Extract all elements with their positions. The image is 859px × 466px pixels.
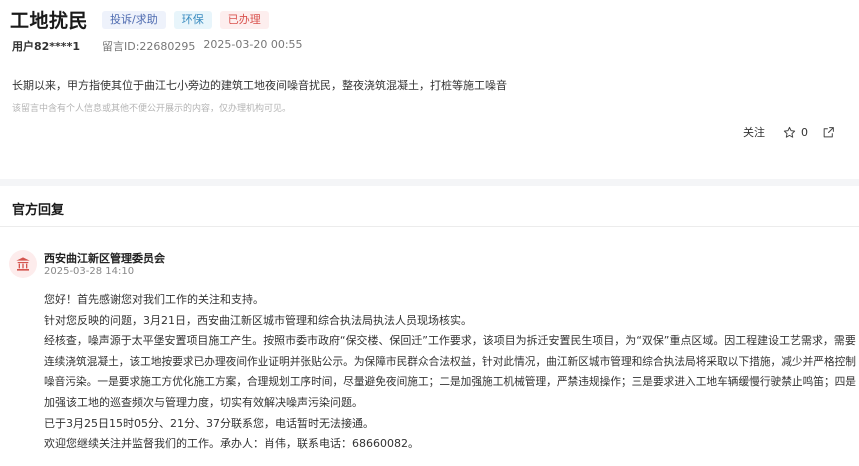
post-title: 工地扰民 [10,10,89,32]
tag-category[interactable]: 投诉/求助 [102,10,166,29]
post-meta: 用户82****1 留言ID:22680295 2025-03-20 00:55 [12,38,303,54]
share-icon [823,126,834,137]
section-divider [0,179,859,186]
title-row: 工地扰民 投诉/求助 环保 已办理 [10,6,269,33]
tag-list: 投诉/求助 环保 已办理 [102,10,269,29]
like-count: 0 [801,125,808,139]
reply-org-name: 西安曲江新区管理委员会 [44,252,165,265]
star-icon [783,126,796,138]
reply-line: 已于3月25日15时05分、21分、37分联系您，电话暂时无法接通。 [44,416,374,430]
government-building-icon [9,250,37,278]
post-user: 用户82****1 [12,40,80,53]
reply-line: 针对您反映的问题，3月21日，西安曲江新区城市管理和综合执法局执法人员现场核实。 [44,313,472,327]
message-id: 留言ID:22680295 [101,40,196,53]
follow-button[interactable]: 关注 [743,124,765,140]
post-content: 长期以来，甲方指使其位于曲江七小旁边的建筑工地夜间噪音扰民，整夜浇筑混凝土，打桩… [12,79,507,92]
reply-time: 2025-03-28 14:10 [44,266,135,277]
post-actions: 关注 0 [743,124,835,140]
like-button[interactable]: 0 [783,126,808,139]
reply-section-title: 官方回复 [12,203,65,218]
reply-body: 您好！首先感谢您对我们工作的关注和支持。 针对您反映的问题，3月21日，西安曲江… [44,290,856,455]
reply-line: 欢迎您继续关注并监督我们的工作。承办人：肖伟，联系电话：68660082。 [44,437,419,451]
reply-line: 加强该工地的巡查频次与管理力度，切实有效解决噪声污染问题。 [44,395,363,409]
privacy-note: 该留言中含有个人信息或其他不便公开展示的内容，仅办理机构可见。 [12,104,292,114]
share-button[interactable] [822,126,835,139]
reply-line: 连续浇筑混凝土，该工地按要求已办理夜间作业证明并张贴公示。为保障市民群众合法权益… [44,354,856,368]
reply-line: 噪音污染。一是要求施工方优化施工方案，合理规划工序时间，尽量避免夜间施工；二是加… [44,375,856,389]
reply-header-rule [0,226,859,227]
tag-topic[interactable]: 环保 [173,10,212,29]
post-datetime: 2025-03-20 00:55 [203,38,303,51]
reply-line: 您好！首先感谢您对我们工作的关注和支持。 [44,293,264,306]
reply-line: 经核查，噪声源于太平堡安置项目施工产生。按照市委市政府“保交楼、保回迁”工作要求… [44,334,856,348]
tag-status: 已办理 [219,10,269,29]
post-card: 工地扰民 投诉/求助 环保 已办理 用户82****1 留言ID:2268029… [0,0,859,179]
